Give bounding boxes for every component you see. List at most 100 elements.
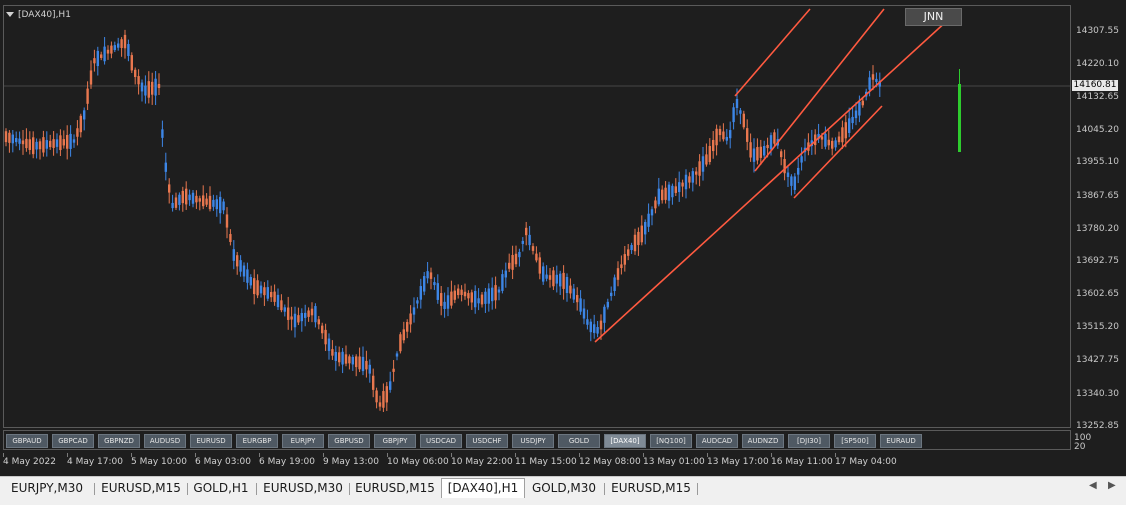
symbol-button-gold[interactable]: GOLD — [558, 434, 600, 448]
symbol-button-eurgbp[interactable]: EURGBP — [236, 434, 278, 448]
triangle-down-icon[interactable] — [6, 12, 14, 17]
symbol-button-dji30[interactable]: [DJI30] — [788, 434, 830, 448]
candle-body — [28, 139, 31, 150]
candle-body — [861, 100, 864, 106]
time-label: 17 May 04:00 — [835, 457, 897, 467]
symbol-button-usdchf[interactable]: USDCHF — [466, 434, 508, 448]
price-label: 14220.10 — [1076, 59, 1119, 69]
candle-body — [518, 251, 521, 258]
tab-gold-m30[interactable]: GOLD,M30 — [528, 480, 600, 497]
candle-body — [599, 320, 603, 330]
candle-body — [270, 292, 273, 298]
time-axis: 4 May 2022 4 May 17:00 5 May 10:00 6 May… — [3, 453, 1071, 473]
candle-body — [474, 290, 477, 308]
time-label: 16 May 11:00 — [771, 457, 833, 467]
candle-body — [613, 277, 616, 291]
candle-body — [83, 110, 86, 120]
tab-separator — [94, 483, 95, 495]
tab-dax40-h1[interactable]: [DAX40],H1 — [441, 478, 525, 498]
time-label: 10 May 06:00 — [387, 457, 449, 467]
candle-body — [344, 354, 348, 364]
candle-body — [225, 214, 229, 228]
symbol-button-nq100[interactable]: [NQ100] — [650, 434, 692, 448]
candle-body — [18, 138, 21, 144]
time-label: 13 May 17:00 — [707, 457, 769, 467]
candle-body — [732, 107, 735, 123]
symbol-button-eurjpy[interactable]: EURJPY — [282, 434, 324, 448]
symbol-button-gbpcad[interactable]: GBPCAD — [52, 434, 94, 448]
candle-body — [457, 288, 460, 296]
candle-body — [181, 190, 184, 204]
candle-body — [365, 360, 368, 370]
candle-body — [440, 293, 443, 306]
candle-body — [501, 274, 504, 291]
symbol-button-gbpusd[interactable]: GBPUSD — [328, 434, 370, 448]
candle-body — [76, 128, 79, 137]
candle-body — [426, 271, 429, 279]
candle-body — [412, 307, 416, 315]
candle-body — [198, 198, 201, 202]
candle-body — [178, 194, 181, 205]
price-label: 14045.20 — [1076, 125, 1119, 135]
candle-body — [752, 148, 756, 162]
symbol-button-usdjpy[interactable]: USDJPY — [512, 434, 554, 448]
time-label: 11 May 15:00 — [515, 457, 577, 467]
candle-body — [844, 122, 847, 139]
candle-body — [93, 58, 96, 64]
candle-body — [249, 277, 252, 286]
price-chart-svg — [4, 8, 1070, 412]
candle-body — [35, 141, 38, 150]
candle-body — [800, 156, 803, 163]
symbol-button-audnzd[interactable]: AUDNZD — [742, 434, 784, 448]
symbol-button-eurusd[interactable]: EURUSD — [190, 434, 232, 448]
candle-body — [528, 234, 531, 246]
candle-body — [640, 225, 643, 243]
candle-body — [450, 291, 453, 306]
symbol-button-euraud[interactable]: EURAUD — [880, 434, 922, 448]
tab-gold-h1[interactable]: GOLD,H1 — [189, 480, 253, 497]
arrow-right-icon[interactable]: ▶ — [1108, 480, 1116, 491]
candle-body — [453, 290, 456, 300]
tab-eurusd-m30[interactable]: EURUSD,M30 — [259, 480, 347, 497]
symbol-button-sp500[interactable]: [SP500] — [834, 434, 876, 448]
symbol-button-gbpjpy[interactable]: GBPJPY — [374, 434, 416, 448]
candle-body — [705, 154, 708, 165]
symbol-button-gbpnzd[interactable]: GBPNZD — [98, 434, 140, 448]
symbol-button-audusd[interactable]: AUDUSD — [144, 434, 186, 448]
candle-body — [8, 132, 11, 143]
candle-body — [443, 301, 446, 309]
candle-body — [171, 202, 174, 209]
symbol-button-audcad[interactable]: AUDCAD — [696, 434, 738, 448]
candle-body — [834, 140, 837, 148]
candle-body — [168, 184, 171, 193]
jnn-badge[interactable]: JNN — [905, 8, 962, 26]
candle-body — [562, 272, 565, 289]
symbol-button-gbpaud[interactable]: GBPAUD — [6, 434, 48, 448]
candle-body — [185, 188, 188, 205]
tab-eurjpy-m30[interactable]: EURJPY,M30 — [3, 480, 91, 497]
candle-body — [106, 49, 110, 54]
candle-body — [630, 245, 633, 251]
candle-body — [790, 176, 793, 186]
candle-body — [100, 54, 103, 58]
arrow-left-icon[interactable]: ◀ — [1089, 480, 1097, 491]
candle-body — [110, 45, 113, 54]
candle-body — [521, 240, 524, 244]
candle-body — [667, 184, 671, 201]
candle-body — [868, 77, 871, 90]
symbol-button-usdcad[interactable]: USDCAD — [420, 434, 462, 448]
candle-body — [460, 289, 463, 295]
candle-body — [300, 313, 303, 322]
tab-eurusd-m15[interactable]: EURUSD,M15 — [607, 480, 695, 497]
indicator-subwindow[interactable]: GBPAUD GBPCAD GBPNZD AUDUSD EURUSD EURGB… — [3, 430, 1071, 450]
candle-body — [538, 257, 541, 274]
candle-body — [86, 88, 89, 104]
chart-window[interactable]: [DAX40],H1 JNN 14307.55 14220.10 14132.6… — [0, 0, 1126, 476]
candle-body — [307, 310, 310, 317]
candle-body — [358, 356, 361, 370]
symbol-button-dax40[interactable]: [DAX40] — [604, 434, 646, 448]
tab-eurusd-m15[interactable]: EURUSD,M15 — [97, 480, 185, 497]
candle-body — [497, 289, 501, 293]
tab-eurusd-m15[interactable]: EURUSD,M15 — [352, 480, 438, 497]
candle-body — [406, 322, 409, 332]
